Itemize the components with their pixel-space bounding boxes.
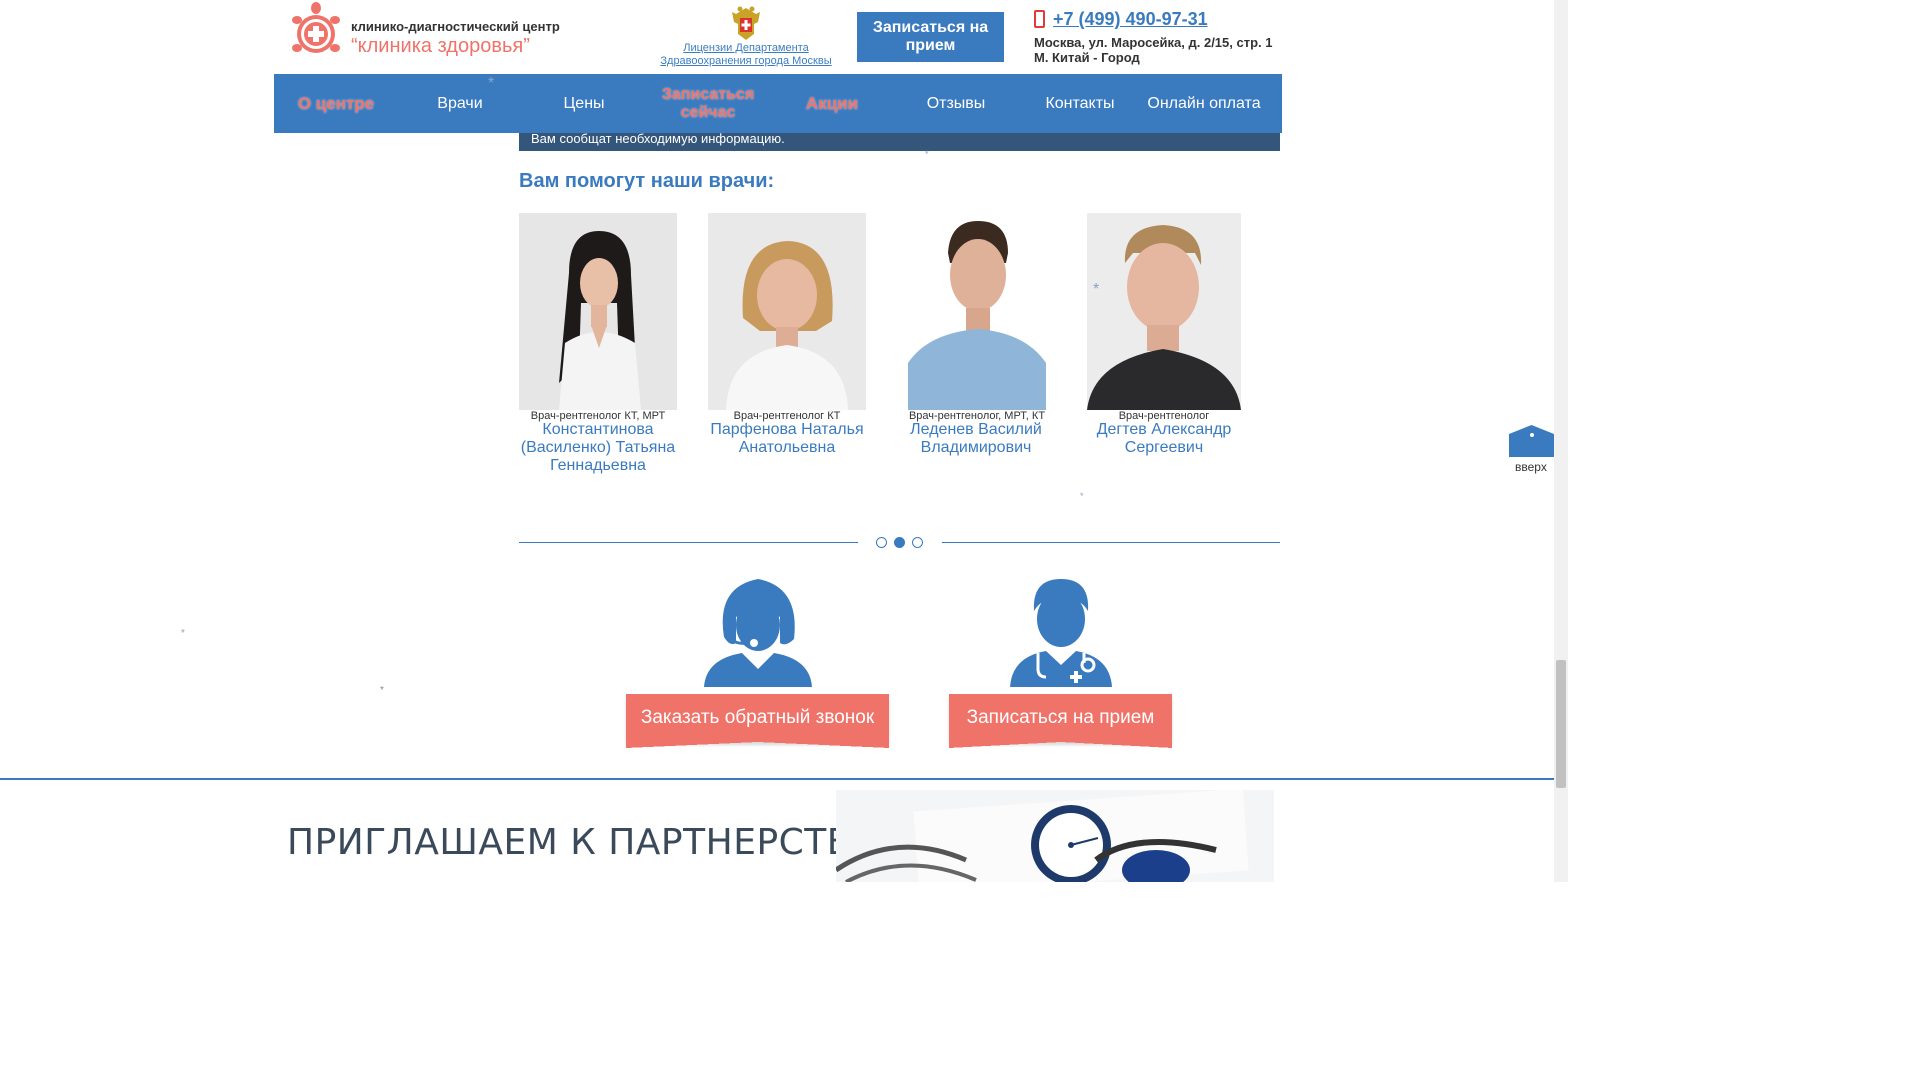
snowflake-icon: * bbox=[488, 75, 495, 92]
divider-left bbox=[519, 542, 858, 543]
book-appointment-button[interactable]: Записаться на прием bbox=[949, 694, 1172, 748]
coat-of-arms-icon bbox=[732, 6, 760, 40]
phone-link[interactable]: +7 (499) 490-97-31 bbox=[1053, 9, 1208, 30]
nav-item-prices[interactable]: Цены bbox=[522, 74, 646, 133]
doctor-name-3[interactable]: Леденев Василий Владимирович bbox=[895, 421, 1057, 457]
logo-title: “клиника здоровья” bbox=[351, 35, 530, 57]
doctor-photo-2[interactable] bbox=[708, 213, 866, 410]
page: клинико-диагностический центр “клиника з… bbox=[0, 0, 1568, 882]
turtle-logo-icon[interactable] bbox=[288, 0, 344, 60]
info-bar: Вам сообщат необходимую информацию. bbox=[519, 133, 1280, 151]
operator-headset-icon bbox=[704, 579, 812, 687]
nav-item-contacts[interactable]: Контакты bbox=[1018, 74, 1142, 133]
phone-icon bbox=[1034, 10, 1045, 28]
nav-item-about[interactable]: О центре bbox=[274, 74, 398, 133]
scroll-up-label: вверх bbox=[1515, 460, 1547, 474]
license-link[interactable]: Лицензии Департамента Здравоохранения го… bbox=[656, 42, 836, 68]
scrollbar-thumb[interactable] bbox=[1556, 660, 1566, 788]
slider-dot-2[interactable] bbox=[894, 537, 905, 548]
snowflake-icon: * bbox=[1080, 491, 1084, 501]
doctor-name-1[interactable]: Константинова (Василенко) Татьяна Геннад… bbox=[512, 421, 684, 475]
doctor-stethoscope-icon bbox=[1010, 579, 1112, 687]
doctor-name-4[interactable]: Дегтев Александр Сергеевич bbox=[1084, 421, 1244, 457]
divider-right bbox=[942, 542, 1280, 543]
tonometer-image bbox=[836, 790, 1274, 882]
address-line2: М. Китай - Город bbox=[1034, 50, 1140, 65]
up-arrow-icon bbox=[1530, 433, 1534, 437]
doctors-section-title: Вам помогут наши врачи: bbox=[519, 170, 775, 192]
callback-button[interactable]: Заказать обратный звонок bbox=[626, 694, 889, 748]
snowflake-icon: * bbox=[1093, 281, 1100, 298]
snowflake-icon: * bbox=[925, 149, 929, 159]
doctor-photo-3[interactable] bbox=[908, 213, 1046, 410]
slider-dot-3[interactable] bbox=[912, 537, 923, 548]
doctor-photo-1[interactable] bbox=[519, 213, 677, 410]
slider-dot-1[interactable] bbox=[876, 537, 887, 548]
nav-item-reviews[interactable]: Отзывы bbox=[894, 74, 1018, 133]
snowflake-icon: * bbox=[181, 628, 185, 639]
doctor-photo-4[interactable] bbox=[1087, 213, 1241, 410]
scroll-up-button[interactable] bbox=[1509, 425, 1554, 457]
main-nav: О центре Врачи Цены Записаться сейчас Ак… bbox=[274, 74, 1282, 133]
footer-divider bbox=[0, 778, 1554, 780]
address-line1: Москва, ул. Маросейка, д. 2/15, стр. 1 bbox=[1034, 35, 1273, 50]
snowflake-icon: * bbox=[380, 685, 384, 696]
nav-item-doctors[interactable]: Врачи bbox=[398, 74, 522, 133]
header-book-button[interactable]: Записаться на прием bbox=[857, 12, 1004, 62]
nav-item-book-now[interactable]: Записаться сейчас bbox=[646, 74, 770, 133]
logo-subtitle: клинико-диагностический центр bbox=[351, 19, 560, 34]
doctor-name-2[interactable]: Парфенова Наталья Анатольевна bbox=[704, 421, 870, 457]
license-line2: Здравоохранения города Москвы bbox=[660, 55, 832, 67]
license-line1: Лицензии Департамента bbox=[683, 42, 809, 54]
partner-banner-title: ПРИГЛАШАЕМ К ПАРТНЕРСТВУ bbox=[287, 822, 875, 863]
nav-item-online-payment[interactable]: Онлайн оплата bbox=[1142, 74, 1266, 133]
nav-item-promotions[interactable]: Акции bbox=[770, 74, 894, 133]
